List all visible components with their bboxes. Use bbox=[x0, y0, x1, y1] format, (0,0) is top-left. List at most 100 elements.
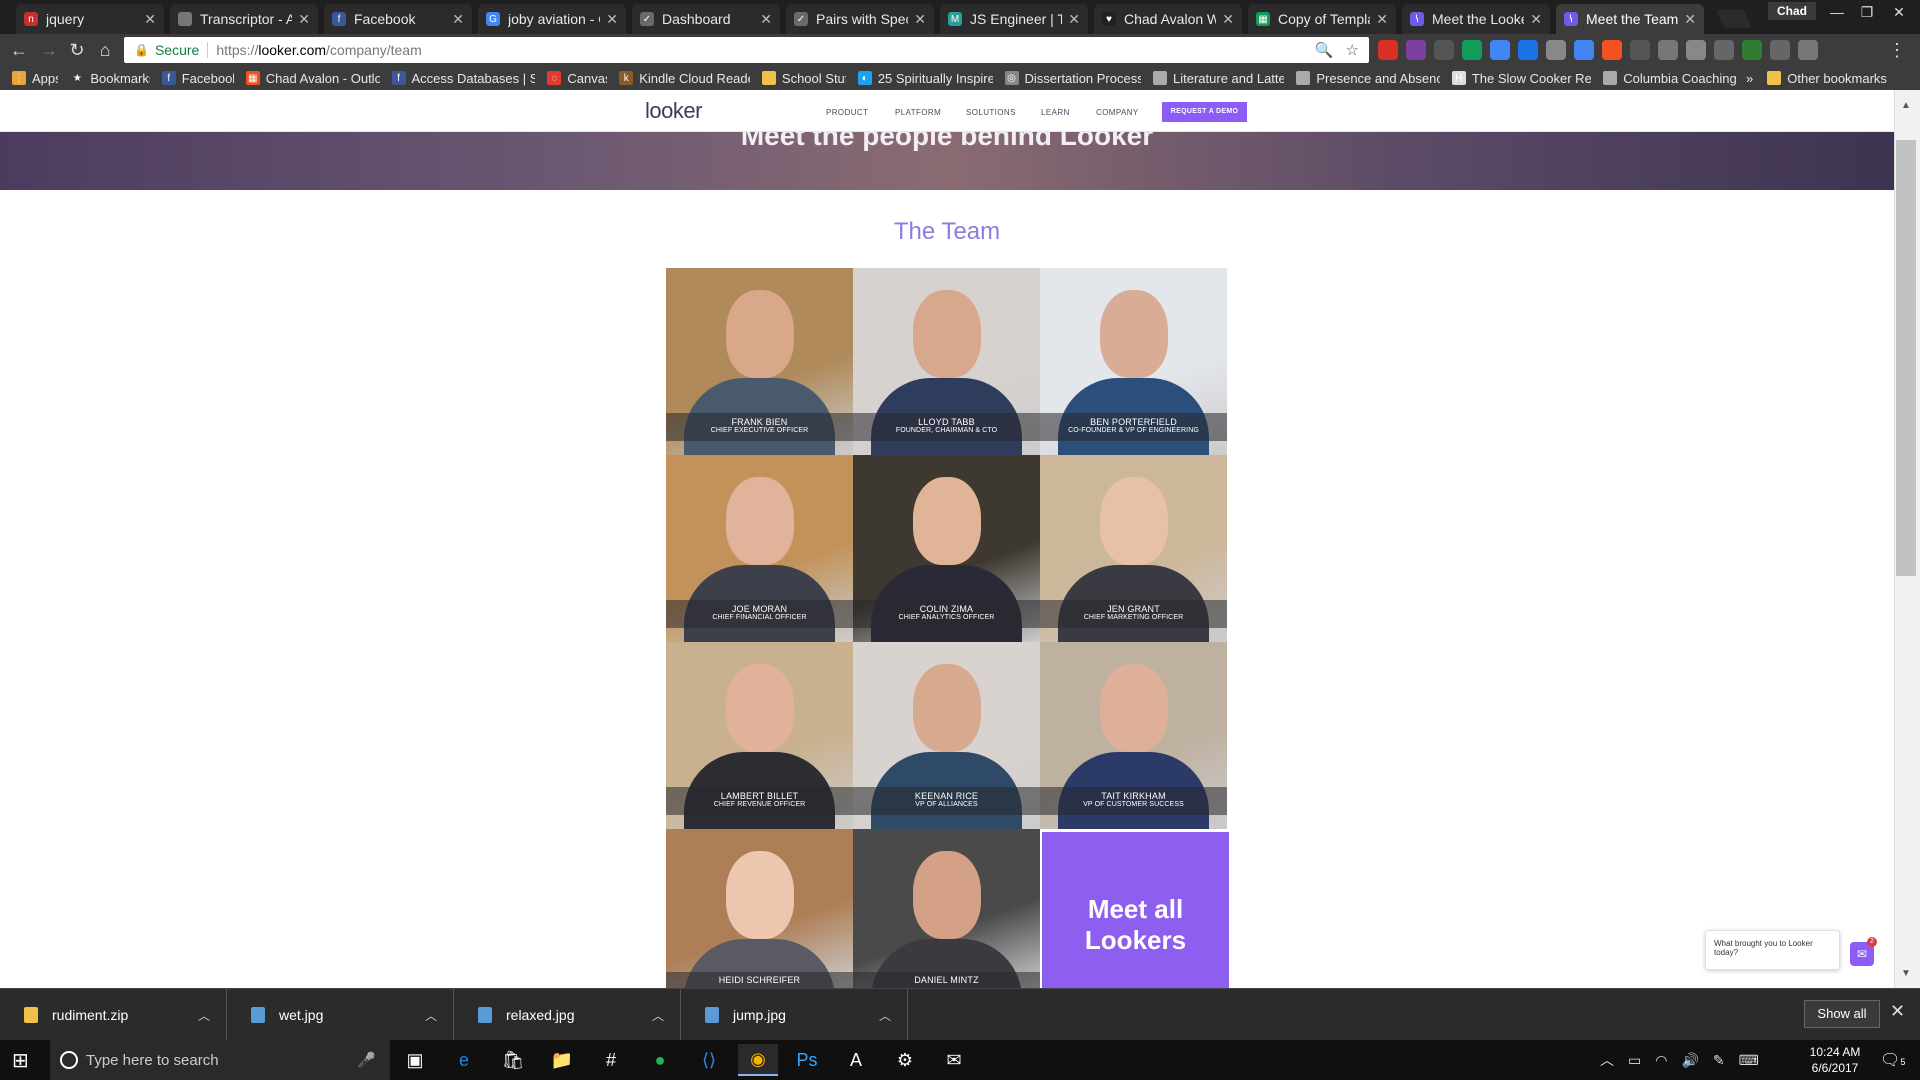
browser-tab[interactable]: f Facebook ✕ bbox=[324, 4, 472, 34]
nav-solutions[interactable]: SOLUTIONS bbox=[966, 108, 1016, 117]
tab-close-icon[interactable]: ✕ bbox=[1376, 11, 1388, 28]
extension-icon[interactable] bbox=[1630, 40, 1650, 60]
tab-close-icon[interactable]: ✕ bbox=[760, 11, 772, 28]
nav-platform[interactable]: PLATFORM bbox=[895, 108, 941, 117]
extension-icon[interactable] bbox=[1686, 40, 1706, 60]
mail-icon[interactable]: ✉ bbox=[934, 1044, 974, 1076]
volume-icon[interactable]: 🔊 bbox=[1681, 1052, 1698, 1069]
tab-close-icon[interactable]: ✕ bbox=[144, 11, 156, 28]
extension-icon[interactable] bbox=[1434, 40, 1454, 60]
url-text[interactable]: https://looker.com/company/team bbox=[216, 42, 421, 58]
team-member-card[interactable]: KEENAN RICE VP OF ALLIANCES bbox=[853, 642, 1040, 829]
bookmark-item[interactable]: f Access Databases | So bbox=[391, 71, 535, 86]
photoshop-icon[interactable]: Ps bbox=[787, 1044, 827, 1076]
bookmark-item[interactable]: H The Slow Cooker Reci bbox=[1451, 71, 1591, 86]
settings-icon[interactable]: ⚙ bbox=[885, 1044, 925, 1076]
browser-tab[interactable]: ▦ Copy of Template ✕ bbox=[1248, 4, 1396, 34]
chat-prompt-bubble[interactable]: What brought you to Looker today? bbox=[1705, 930, 1840, 970]
browser-tab[interactable]: M JS Engineer | Tribe ✕ bbox=[940, 4, 1088, 34]
tab-close-icon[interactable]: ✕ bbox=[1684, 11, 1696, 28]
back-icon[interactable]: ← bbox=[8, 39, 30, 61]
tab-close-icon[interactable]: ✕ bbox=[914, 11, 926, 28]
tab-close-icon[interactable]: ✕ bbox=[1222, 11, 1234, 28]
extension-icon[interactable] bbox=[1574, 40, 1594, 60]
slack-icon[interactable]: # bbox=[591, 1044, 631, 1076]
chrome-icon[interactable]: ◉ bbox=[738, 1044, 778, 1076]
close-window-button[interactable]: ✕ bbox=[1884, 2, 1914, 22]
bookmark-item[interactable]: ◎ Dissertation Process | bbox=[1004, 71, 1141, 86]
wifi-icon[interactable]: ◠ bbox=[1655, 1052, 1667, 1069]
download-item[interactable]: jump.jpg ︿ bbox=[681, 989, 908, 1041]
scroll-down-icon[interactable]: ▼ bbox=[1900, 968, 1912, 979]
download-options-icon[interactable]: ︿ bbox=[879, 1007, 891, 1024]
download-options-icon[interactable]: ︿ bbox=[652, 1007, 664, 1024]
tab-close-icon[interactable]: ✕ bbox=[1530, 11, 1542, 28]
tab-close-icon[interactable]: ✕ bbox=[452, 11, 464, 28]
browser-tab[interactable]: ✓ Dashboard ✕ bbox=[632, 4, 780, 34]
extension-icon[interactable] bbox=[1378, 40, 1398, 60]
extension-icon[interactable] bbox=[1770, 40, 1790, 60]
address-bar[interactable]: 🔒 Secure https://looker.com/company/team… bbox=[124, 37, 1369, 63]
download-options-icon[interactable]: ︿ bbox=[198, 1007, 210, 1024]
bookmark-item[interactable]: Presence and Absence bbox=[1296, 71, 1440, 86]
team-member-card[interactable]: TAIT KIRKHAM VP OF CUSTOMER SUCCESS bbox=[1040, 642, 1227, 829]
app-a-icon[interactable]: A bbox=[836, 1044, 876, 1076]
action-center-icon[interactable]: 🗨5 bbox=[1880, 1050, 1905, 1070]
zoom-icon[interactable]: 🔍 bbox=[1315, 41, 1334, 59]
spotify-icon[interactable]: ● bbox=[640, 1044, 680, 1076]
battery-icon[interactable]: ▭ bbox=[1628, 1052, 1641, 1069]
bookmark-item[interactable]: School Stuff bbox=[761, 71, 846, 86]
extension-icon[interactable] bbox=[1406, 40, 1426, 60]
scrollbar-thumb[interactable] bbox=[1896, 140, 1916, 576]
team-member-card[interactable]: LAMBERT BILLET CHIEF REVENUE OFFICER bbox=[666, 642, 853, 829]
looker-logo[interactable]: looker bbox=[645, 98, 702, 124]
microphone-icon[interactable]: 🎤 bbox=[357, 1051, 376, 1069]
request-demo-button[interactable]: REQUEST A DEMO bbox=[1162, 102, 1247, 122]
menu-icon[interactable]: ⋮ bbox=[1886, 39, 1908, 61]
task-view-icon[interactable]: ▣ bbox=[395, 1044, 435, 1076]
edge-icon[interactable]: e bbox=[444, 1044, 484, 1076]
bookmark-star-icon[interactable]: ☆ bbox=[1346, 41, 1359, 59]
bookmark-item[interactable]: k Kindle Cloud Reader bbox=[619, 71, 750, 86]
browser-tab[interactable]: Transcriptor - A t ✕ bbox=[170, 4, 318, 34]
nav-company[interactable]: COMPANY bbox=[1096, 108, 1139, 117]
tab-close-icon[interactable]: ✕ bbox=[298, 11, 310, 28]
extension-icon[interactable] bbox=[1798, 40, 1818, 60]
extension-icon[interactable] bbox=[1742, 40, 1762, 60]
bookmark-item[interactable]: Literature and Latte - bbox=[1153, 71, 1284, 86]
extension-icon[interactable] bbox=[1658, 40, 1678, 60]
download-options-icon[interactable]: ︿ bbox=[425, 1007, 437, 1024]
extension-icon[interactable] bbox=[1714, 40, 1734, 60]
store-icon[interactable]: 🛍 bbox=[493, 1044, 533, 1076]
profile-button[interactable]: Chad bbox=[1768, 2, 1816, 20]
meet-all-lookers-button[interactable]: Meet all Lookers bbox=[1042, 832, 1229, 988]
team-member-card[interactable]: JEN GRANT CHIEF MARKETING OFFICER bbox=[1040, 455, 1227, 642]
bookmark-item[interactable]: ★ Bookmarks bbox=[70, 71, 150, 86]
pen-icon[interactable]: ✎ bbox=[1713, 1052, 1725, 1069]
browser-tab[interactable]: ♥ Chad Avalon Web ✕ bbox=[1094, 4, 1242, 34]
browser-tab[interactable]: ꝇ Meet the Looker ✕ bbox=[1402, 4, 1550, 34]
team-member-card[interactable]: BEN PORTERFIELD CO-FOUNDER & VP OF ENGINE… bbox=[1040, 268, 1227, 455]
browser-tab[interactable]: Gjoby aviation - Go ✕ bbox=[478, 4, 626, 34]
taskbar-clock[interactable]: 10:24 AM 6/6/2017 bbox=[1800, 1044, 1870, 1076]
restore-button[interactable]: ❐ bbox=[1852, 2, 1882, 22]
nav-product[interactable]: PRODUCT bbox=[826, 108, 868, 117]
extension-icon[interactable] bbox=[1602, 40, 1622, 60]
bookmark-item[interactable]: ◐ 25 Spiritually Inspired bbox=[857, 71, 993, 86]
scroll-up-icon[interactable]: ▲ bbox=[1900, 100, 1912, 111]
reload-icon[interactable]: ↻ bbox=[66, 39, 88, 61]
tab-close-icon[interactable]: ✕ bbox=[606, 11, 618, 28]
show-all-downloads-button[interactable]: Show all bbox=[1804, 1000, 1880, 1028]
vscode-icon[interactable]: ⟨⟩ bbox=[689, 1044, 729, 1076]
forward-icon[interactable]: → bbox=[38, 39, 60, 61]
browser-tab[interactable]: ꝇ Meet the Team | L ✕ bbox=[1556, 4, 1704, 34]
bookmark-item[interactable]: ⋮ Apps bbox=[12, 71, 58, 86]
team-member-card[interactable]: LLOYD TABB FOUNDER, CHAIRMAN & CTO bbox=[853, 268, 1040, 455]
download-item[interactable]: wet.jpg ︿ bbox=[227, 989, 454, 1041]
nav-learn[interactable]: LEARN bbox=[1041, 108, 1070, 117]
browser-tab[interactable]: ✓ Pairs with Specific ✕ bbox=[786, 4, 934, 34]
extension-icon[interactable] bbox=[1462, 40, 1482, 60]
team-member-card[interactable]: FRANK BIEN CHIEF EXECUTIVE OFFICER bbox=[666, 268, 853, 455]
extension-icon[interactable] bbox=[1546, 40, 1566, 60]
show-hidden-icons-icon[interactable]: ︿ bbox=[1600, 1050, 1614, 1070]
